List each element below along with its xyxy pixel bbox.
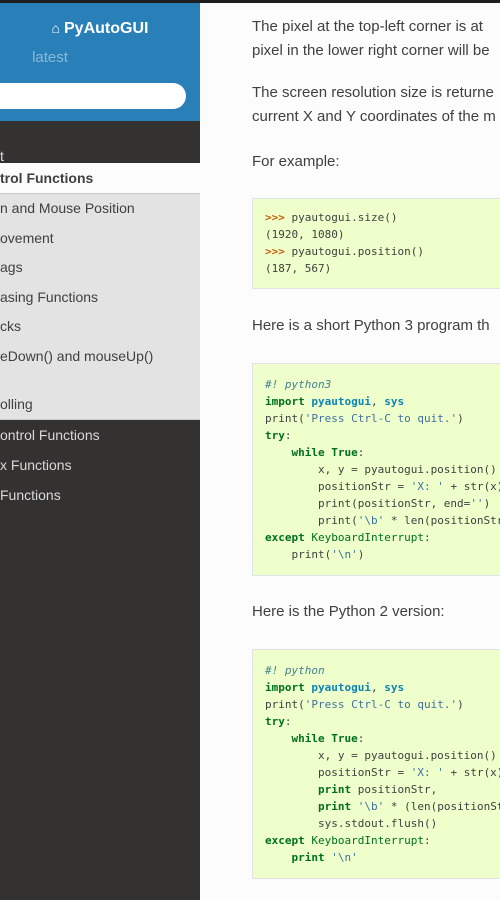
code-line: positionStr = 'X: ' + str(x)	[265, 766, 500, 779]
code-line: print positionStr,	[317, 783, 438, 796]
code-line: #! python3	[265, 378, 332, 391]
sidebar-item-drags[interactable]: ags	[0, 253, 200, 283]
paragraph-line: pixel in the lower right corner will be	[252, 42, 490, 59]
main-content: The pixel at the top-left corner is at p…	[200, 0, 500, 900]
paragraph: Here is a short Python 3 program th	[252, 317, 490, 334]
code-line: x, y = pyautogui.position()	[265, 749, 497, 762]
paragraph-line: The pixel at the top-left corner is at	[252, 18, 483, 35]
code-line: print '\b' * (len(positionSt	[317, 800, 500, 813]
sidebar: ⌂ PyAutoGUI latest t trol Functions n and…	[0, 0, 200, 900]
sidebar-item-scrolling[interactable]: olling	[0, 390, 200, 420]
code-line: x, y = pyautogui.position()	[265, 463, 497, 476]
sidebar-header: ⌂ PyAutoGUI latest	[0, 0, 200, 121]
code-block-2: #! python3 import pyautogui, sys print('…	[252, 363, 500, 576]
code-line: except KeyboardInterrupt:	[265, 834, 431, 847]
sidebar-item-tweening[interactable]: asing Functions	[0, 283, 200, 313]
code-line: try:	[265, 715, 292, 728]
brand-link[interactable]: ⌂ PyAutoGUI	[0, 20, 200, 38]
code-line: print('Press Ctrl-C to quit.')	[265, 698, 464, 711]
code-line: print '\n'	[291, 851, 358, 864]
code-line: while True:	[291, 446, 365, 459]
code-line: positionStr = 'X: ' + str(x)	[265, 480, 500, 493]
content-body: The pixel at the top-left corner is at p…	[252, 15, 500, 879]
home-icon: ⌂	[51, 20, 60, 36]
code-line: print('\b' * len(positionStr	[265, 514, 500, 527]
code-line: (187, 567)	[265, 262, 332, 275]
sidebar-nav: t trol Functions n and Mouse Position ov…	[0, 121, 200, 510]
paragraph: For example:	[252, 153, 340, 170]
code-line: while True:	[291, 732, 365, 745]
code-line: print(positionStr, end='')	[265, 497, 491, 510]
sidebar-item-movement[interactable]: ovement	[0, 224, 200, 254]
code-line: except KeyboardInterrupt:	[265, 531, 431, 544]
sidebar-subnav: n and Mouse Position ovement ags asing F…	[0, 193, 200, 420]
sidebar-item-mouse-control[interactable]: trol Functions	[0, 163, 200, 193]
sidebar-item-intro[interactable]: t	[0, 121, 200, 163]
paragraph-line: The screen resolution size is returne	[252, 84, 494, 101]
code-line: print('Press Ctrl-C to quit.')	[265, 412, 464, 425]
code-line: (1920, 1080)	[265, 228, 345, 241]
code-line: #! python	[265, 664, 325, 677]
version-label: latest	[32, 49, 68, 66]
search-input[interactable]	[0, 83, 186, 109]
brand-name: PyAutoGUI	[64, 20, 149, 37]
paragraph: Here is the Python 2 version:	[252, 603, 445, 620]
code-line: sys.stdout.flush()	[265, 817, 438, 830]
code-line: pyautogui.position()	[291, 245, 424, 258]
paragraph-line: current X and Y coordinates of the m	[252, 108, 496, 125]
sidebar-item-clicks[interactable]: cks	[0, 312, 200, 342]
code-block-1: >>> pyautogui.size() (1920, 1080) >>> py…	[252, 198, 500, 289]
sidebar-item-msgbox[interactable]: x Functions	[0, 450, 200, 480]
code-line: try:	[265, 429, 292, 442]
sidebar-item-mousedown[interactable]: eDown() and mouseUp()	[0, 342, 200, 390]
code-line: import pyautogui, sys	[265, 681, 405, 694]
code-line: import pyautogui, sys	[265, 395, 405, 408]
code-line: print('\n')	[265, 548, 365, 561]
code-block-3: #! python import pyautogui, sys print('P…	[252, 649, 500, 879]
sidebar-item-keyboard[interactable]: ontrol Functions	[0, 420, 200, 450]
code-line: pyautogui.size()	[291, 211, 398, 224]
sidebar-item-screen-position[interactable]: n and Mouse Position	[0, 194, 200, 224]
sidebar-item-screenshot[interactable]: Functions	[0, 480, 200, 510]
